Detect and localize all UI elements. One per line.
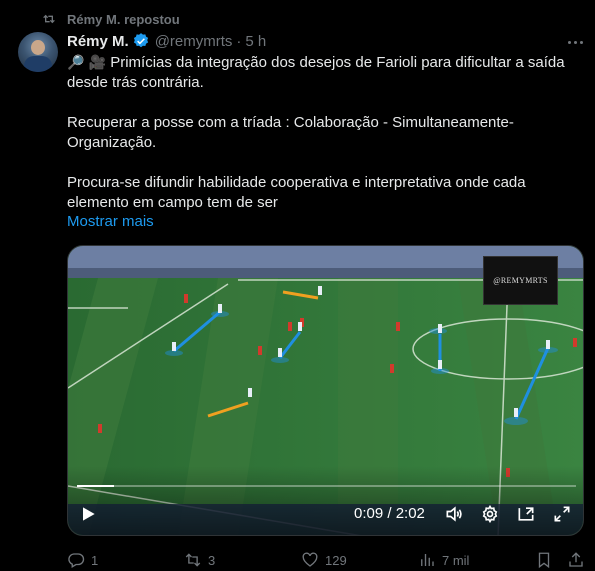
like-count: 129 [325, 552, 347, 568]
heart-icon [302, 552, 318, 567]
separator: · [236, 32, 242, 50]
views-chart-icon [421, 554, 434, 566]
video-watermark: @REMYMRTS [483, 256, 558, 305]
video-time: 0:09 / 2:02 [354, 505, 425, 522]
share-icon [569, 552, 583, 567]
picture-in-picture-icon [518, 507, 534, 521]
fullscreen-button[interactable] [552, 504, 572, 524]
camera-emoji-icon: 🎥 [88, 54, 107, 70]
tweet-text: 🔎 🎥 Primícias da integração dos desejos … [67, 52, 577, 213]
tweet-paragraph-2: Recuperar a posse com a tríada : Colabor… [67, 114, 514, 151]
timestamp[interactable]: 5 h [245, 33, 266, 50]
play-button[interactable] [78, 504, 98, 524]
repost-icon [185, 553, 201, 567]
volume-button[interactable] [444, 504, 464, 524]
reply-count: 1 [91, 552, 99, 568]
show-more-link[interactable]: Mostrar mais [67, 213, 154, 230]
tweet-actions: 1 3 129 7 mil [67, 551, 587, 571]
controls-gradient [68, 466, 583, 535]
repost-count: 3 [208, 552, 216, 568]
author-name[interactable]: Rémy M. [67, 33, 129, 50]
gear-icon [482, 504, 498, 524]
video-progress-bar[interactable] [77, 485, 576, 487]
repost-indicator: Rémy M. repostou [41, 11, 180, 27]
reply-icon [68, 553, 85, 568]
repost-icon [43, 14, 55, 24]
repost-button[interactable]: 3 [184, 551, 215, 569]
reply-button[interactable]: 1 [67, 551, 98, 569]
video-progress-fill [77, 485, 114, 487]
tweet-paragraph-3: Procura-se difundir habilidade cooperati… [67, 174, 526, 211]
fullscreen-icon [554, 506, 570, 522]
share-button[interactable] [567, 551, 585, 569]
bookmark-button[interactable] [535, 551, 553, 569]
bookmark-icon [538, 552, 550, 569]
settings-button[interactable] [480, 504, 500, 524]
pip-button[interactable] [516, 504, 536, 524]
volume-icon [446, 506, 462, 522]
tweet-paragraph-1: Primícias da integração dos desejos de F… [67, 54, 565, 91]
like-button[interactable]: 129 [301, 551, 347, 569]
repost-label[interactable]: Rémy M. repostou [67, 12, 180, 27]
magnifier-emoji-icon: 🔎 [67, 54, 85, 70]
video-player[interactable]: @REMYMRTS 0:09 / 2:02 [67, 245, 584, 536]
views-count: 7 mil [442, 552, 470, 568]
author-handle[interactable]: @remymrts [155, 33, 233, 50]
avatar[interactable] [18, 32, 58, 72]
tweet-header: Rémy M. @remymrts · 5 h [67, 32, 266, 50]
play-icon [83, 507, 95, 521]
views-button[interactable]: 7 mil [418, 551, 469, 569]
more-options-icon[interactable] [565, 34, 585, 50]
verified-badge-icon[interactable] [132, 32, 150, 50]
